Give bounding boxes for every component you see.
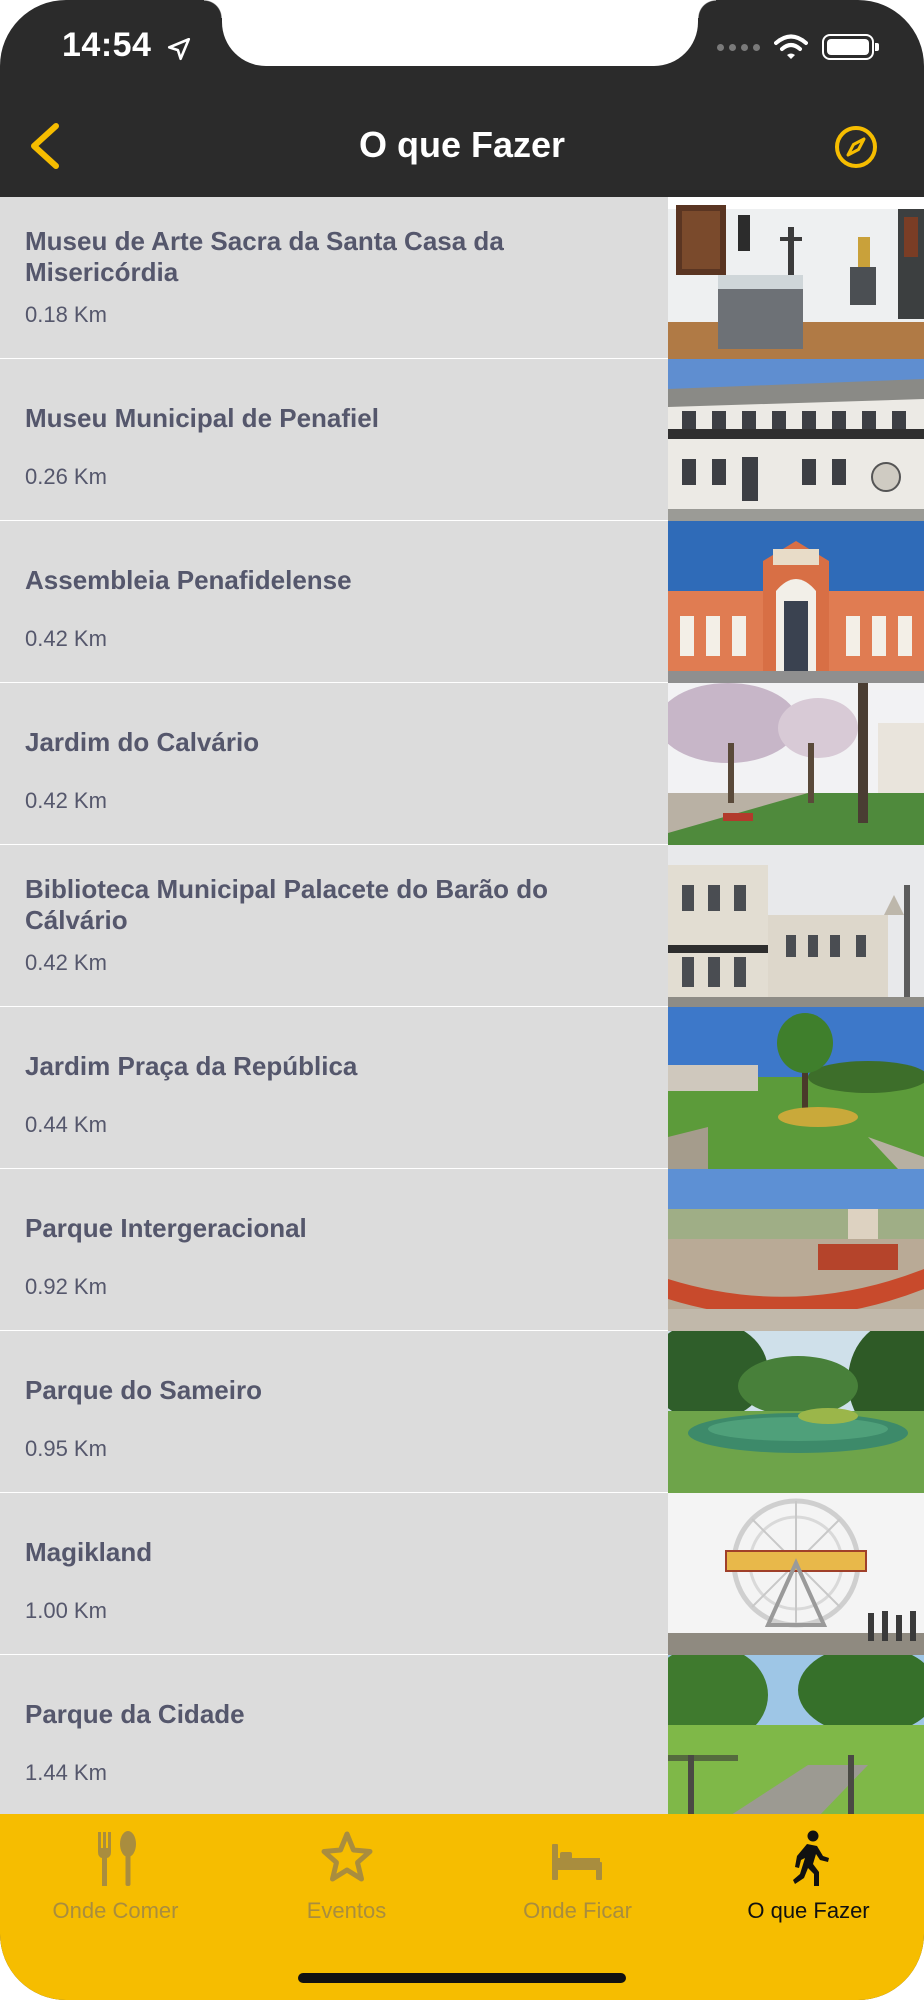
tab-o-que-fazer[interactable]: O que Fazer <box>693 1814 924 1944</box>
phone-screen: 14:54 O que Fazer Museu de Arte Sacra da… <box>0 0 924 2000</box>
status-indicators <box>717 34 879 60</box>
list-item[interactable]: Assembleia Penafidelense 0.42 Km <box>0 521 924 683</box>
place-name: Museu de Arte Sacra da Santa Casa da Mis… <box>25 226 504 287</box>
place-thumbnail <box>668 1007 924 1169</box>
list-item-text: Museu Municipal de Penafiel 0.26 Km <box>25 359 625 521</box>
place-distance: 0.95 Km <box>25 1436 107 1461</box>
list-item-text: Biblioteca Municipal Palacete do Barão d… <box>25 845 625 1007</box>
list-item-text: Assembleia Penafidelense 0.42 Km <box>25 521 625 683</box>
place-distance: 0.42 Km <box>25 950 107 975</box>
place-name: Biblioteca Municipal Palacete do Barão d… <box>25 874 549 935</box>
place-name: Assembleia Penafidelense <box>25 565 352 595</box>
list-item[interactable]: Biblioteca Municipal Palacete do Barão d… <box>0 845 924 1007</box>
list-item-text: Parque da Cidade 1.44 Km <box>25 1655 625 1814</box>
place-name: Magikland <box>25 1537 153 1567</box>
place-distance: 1.00 Km <box>25 1598 107 1623</box>
camera-notch <box>204 0 716 66</box>
bed-icon <box>551 1844 602 1880</box>
list-item[interactable]: Magikland 1.00 Km <box>0 1493 924 1655</box>
tab-label: O que Fazer <box>747 1898 870 1923</box>
walking-person-icon <box>792 1830 829 1886</box>
tab-label: Onde Ficar <box>523 1898 632 1923</box>
place-thumbnail <box>668 845 924 1007</box>
place-name: Jardim do Calvário <box>25 727 260 757</box>
place-distance: 0.42 Km <box>25 788 107 813</box>
place-name: Museu Municipal de Penafiel <box>25 403 379 433</box>
place-thumbnail <box>668 1331 924 1493</box>
place-distance: 0.92 Km <box>25 1274 107 1299</box>
place-thumbnail <box>668 1493 924 1655</box>
tab-onde-comer[interactable]: Onde Comer <box>0 1814 231 1944</box>
list-item-text: Magikland 1.00 Km <box>25 1493 625 1655</box>
place-distance: 0.18 Km <box>25 302 107 327</box>
wifi-icon <box>774 34 808 59</box>
status-time: 14:54 <box>62 26 152 64</box>
list-item[interactable]: Parque Intergeracional 0.92 Km <box>0 1169 924 1331</box>
place-distance: 0.42 Km <box>25 626 107 651</box>
place-distance: 0.44 Km <box>25 1112 107 1137</box>
place-thumbnail <box>668 1169 924 1331</box>
cellular-signal-icon <box>717 43 760 51</box>
tab-onde-ficar[interactable]: Onde Ficar <box>462 1814 693 1944</box>
place-name: Parque do Sameiro <box>25 1375 262 1405</box>
list-item[interactable]: Museu de Arte Sacra da Santa Casa da Mis… <box>0 197 924 359</box>
list-item-text: Jardim Praça da República 0.44 Km <box>25 1007 625 1169</box>
list-item[interactable]: Parque da Cidade 1.44 Km <box>0 1655 924 1814</box>
list-item-text: Museu de Arte Sacra da Santa Casa da Mis… <box>25 197 625 359</box>
star-icon <box>321 1831 372 1882</box>
list-item[interactable]: Jardim Praça da República 0.44 Km <box>0 1007 924 1169</box>
list-item-text: Parque Intergeracional 0.92 Km <box>25 1169 625 1331</box>
list-item[interactable]: Museu Municipal de Penafiel 0.26 Km <box>0 359 924 521</box>
place-thumbnail <box>668 683 924 845</box>
place-name: Jardim Praça da República <box>25 1051 358 1081</box>
tab-label: Eventos <box>306 1898 387 1923</box>
location-arrow-icon <box>167 37 191 61</box>
tab-label: Onde Comer <box>52 1898 179 1923</box>
place-distance: 1.44 Km <box>25 1760 107 1785</box>
home-indicator[interactable] <box>298 1973 626 1983</box>
place-name: Parque da Cidade <box>25 1699 245 1729</box>
compass-icon[interactable] <box>834 125 878 169</box>
place-thumbnail <box>668 1655 924 1814</box>
places-list[interactable]: Museu de Arte Sacra da Santa Casa da Mis… <box>0 197 924 1814</box>
page-title: O que Fazer <box>358 124 566 165</box>
place-thumbnail <box>668 521 924 683</box>
place-thumbnail <box>668 197 924 359</box>
place-thumbnail <box>668 359 924 521</box>
tab-eventos[interactable]: Eventos <box>231 1814 462 1944</box>
fork-spoon-icon <box>97 1831 136 1886</box>
list-item[interactable]: Jardim do Calvário 0.42 Km <box>0 683 924 845</box>
list-item[interactable]: Parque do Sameiro 0.95 Km <box>0 1331 924 1493</box>
list-item-text: Jardim do Calvário 0.42 Km <box>25 683 625 845</box>
list-item-text: Parque do Sameiro 0.95 Km <box>25 1331 625 1493</box>
place-name: Parque Intergeracional <box>25 1213 307 1243</box>
place-distance: 0.26 Km <box>25 464 107 489</box>
battery-icon <box>822 34 879 60</box>
